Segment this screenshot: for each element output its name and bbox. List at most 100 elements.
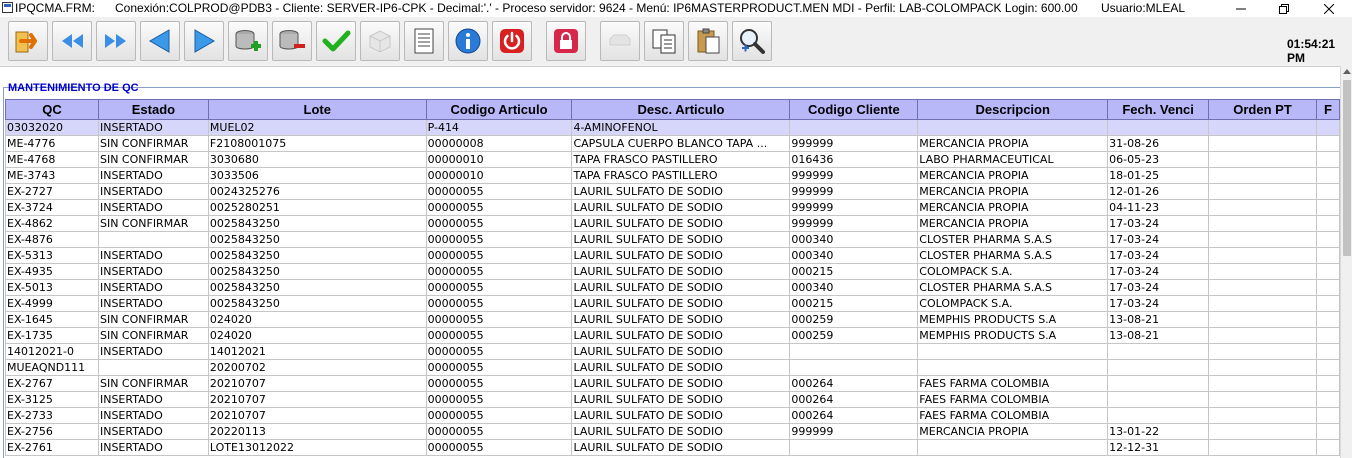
cell-f[interactable] (1315, 119, 1340, 136)
cell-f[interactable] (1315, 327, 1340, 344)
restore-button[interactable] (1262, 0, 1306, 17)
cell-codigo-cliente[interactable]: 000215 (789, 295, 919, 312)
column-header-lote[interactable]: Lote (207, 99, 427, 120)
disabled-button[interactable] (600, 21, 640, 61)
cell-estado[interactable]: INSERTADO (97, 247, 209, 264)
cell-lote[interactable]: LOTE13012022 (207, 439, 427, 456)
cell-estado[interactable]: INSERTADO (97, 167, 209, 184)
cell-fech-venci[interactable]: 04-11-23 (1107, 199, 1210, 216)
cell-lote[interactable]: 20210707 (207, 375, 427, 392)
cell-qc[interactable]: EX-3724 (5, 199, 99, 216)
cell-estado[interactable]: SIN CONFIRMAR (97, 135, 209, 152)
cell-f[interactable] (1315, 247, 1340, 264)
cell-estado[interactable]: INSERTADO (97, 439, 209, 456)
table-row[interactable]: ME-3743 INSERTADO 3033506 00000010 TAPA FRAS… (5, 167, 1340, 184)
table-row[interactable]: EX-2767 SIN CONFIRMAR 20210707 00000055 LAUR… (5, 375, 1340, 392)
cell-fech-venci[interactable]: 17-03-24 (1107, 215, 1210, 232)
cell-codigo-articulo[interactable]: 00000055 (425, 327, 573, 344)
close-window-button[interactable] (1307, 0, 1351, 17)
last-record-button[interactable] (96, 21, 136, 61)
cell-descripcion[interactable] (917, 359, 1109, 376)
cell-orden-pt[interactable] (1208, 279, 1317, 296)
cell-desc-articulo[interactable]: CAPSULA CUERPO BLANCO TAPA ... (571, 135, 791, 152)
column-header-codigo-cliente[interactable]: Codigo Cliente (789, 99, 919, 120)
cell-fech-venci[interactable]: 12-12-31 (1107, 439, 1210, 456)
confirm-button[interactable] (316, 21, 356, 61)
cell-codigo-articulo[interactable]: 00000055 (425, 375, 573, 392)
cell-fech-venci[interactable]: 17-03-24 (1107, 231, 1210, 248)
cell-lote[interactable]: 024020 (207, 327, 427, 344)
cell-codigo-articulo[interactable]: 00000055 (425, 263, 573, 280)
cell-estado[interactable] (97, 359, 209, 376)
cell-orden-pt[interactable] (1208, 407, 1317, 424)
cell-codigo-articulo[interactable]: 00000055 (425, 183, 573, 200)
next-record-button[interactable] (184, 21, 224, 61)
add-record-button[interactable] (228, 21, 268, 61)
cell-orden-pt[interactable] (1208, 135, 1317, 152)
cell-f[interactable] (1315, 359, 1340, 376)
cell-desc-articulo[interactable]: LAURIL SULFATO DE SODIO (571, 183, 791, 200)
cell-qc[interactable]: 14012021-0 (5, 343, 99, 360)
cell-desc-articulo[interactable]: LAURIL SULFATO DE SODIO (571, 247, 791, 264)
cell-qc[interactable]: MUEAQND111 (5, 359, 99, 376)
cell-codigo-articulo[interactable]: 00000055 (425, 343, 573, 360)
cell-f[interactable] (1315, 215, 1340, 232)
cell-descripcion[interactable]: FAES FARMA COLOMBIA (917, 391, 1109, 408)
cell-desc-articulo[interactable]: LAURIL SULFATO DE SODIO (571, 439, 791, 456)
cell-estado[interactable]: INSERTADO (97, 391, 209, 408)
cell-qc[interactable]: EX-4862 (5, 215, 99, 232)
cell-lote[interactable]: 20210707 (207, 407, 427, 424)
cell-codigo-articulo[interactable]: 00000055 (425, 359, 573, 376)
cell-codigo-articulo[interactable]: 00000008 (425, 135, 573, 152)
cell-lote[interactable]: 0025843250 (207, 279, 427, 296)
cell-fech-venci[interactable]: 17-03-24 (1107, 263, 1210, 280)
cell-descripcion[interactable]: MERCANCIA PROPIA (917, 167, 1109, 184)
cell-qc[interactable]: ME-4776 (5, 135, 99, 152)
cell-qc[interactable]: 03032020 (5, 119, 99, 136)
cell-fech-venci[interactable]: 12-01-26 (1107, 183, 1210, 200)
cell-descripcion[interactable]: FAES FARMA COLOMBIA (917, 407, 1109, 424)
cell-estado[interactable] (97, 231, 209, 248)
table-row[interactable]: EX-2727 INSERTADO 0024325276 00000055 LAURIL… (5, 183, 1340, 200)
cell-desc-articulo[interactable]: LAURIL SULFATO DE SODIO (571, 391, 791, 408)
cell-codigo-articulo[interactable]: 00000055 (425, 439, 573, 456)
delete-record-button[interactable] (272, 21, 312, 61)
cell-f[interactable] (1315, 343, 1340, 360)
cell-fech-venci[interactable]: 17-03-24 (1107, 247, 1210, 264)
cell-fech-venci[interactable] (1107, 359, 1210, 376)
cell-estado[interactable]: SIN CONFIRMAR (97, 327, 209, 344)
cell-qc[interactable]: EX-4876 (5, 231, 99, 248)
cell-codigo-cliente[interactable] (789, 343, 919, 360)
table-row[interactable]: ME-4768 SIN CONFIRMAR 3030680 00000010 TAPA … (5, 151, 1340, 168)
cancel-button[interactable] (360, 21, 400, 61)
cell-codigo-cliente[interactable]: 000215 (789, 263, 919, 280)
column-header-orden-pt[interactable]: Orden PT (1208, 99, 1317, 120)
cell-qc[interactable]: EX-2756 (5, 423, 99, 440)
cell-qc[interactable]: EX-2733 (5, 407, 99, 424)
cell-f[interactable] (1315, 199, 1340, 216)
cell-fech-venci[interactable] (1107, 119, 1210, 136)
table-row[interactable]: EX-1645 SIN CONFIRMAR 024020 00000055 LAURIL… (5, 311, 1340, 328)
column-header-desc-articulo[interactable]: Desc. Articulo (571, 99, 791, 120)
cell-fech-venci[interactable]: 17-03-24 (1107, 295, 1210, 312)
cell-qc[interactable]: ME-4768 (5, 151, 99, 168)
cell-desc-articulo[interactable]: LAURIL SULFATO DE SODIO (571, 279, 791, 296)
cell-f[interactable] (1315, 295, 1340, 312)
cell-desc-articulo[interactable]: LAURIL SULFATO DE SODIO (571, 231, 791, 248)
cell-f[interactable] (1315, 439, 1340, 456)
cell-lote[interactable]: 3033506 (207, 167, 427, 184)
minimize-button[interactable] (1219, 0, 1263, 17)
cell-descripcion[interactable]: CLOSTER PHARMA S.A.S (917, 279, 1109, 296)
cell-qc[interactable]: EX-2767 (5, 375, 99, 392)
cell-desc-articulo[interactable]: LAURIL SULFATO DE SODIO (571, 375, 791, 392)
cell-desc-articulo[interactable]: TAPA FRASCO PASTILLERO (571, 151, 791, 168)
cell-descripcion[interactable]: LABO PHARMACEUTICAL (917, 151, 1109, 168)
cell-codigo-articulo[interactable]: 00000010 (425, 151, 573, 168)
cell-orden-pt[interactable] (1208, 199, 1317, 216)
cell-lote[interactable]: 20210707 (207, 391, 427, 408)
cell-estado[interactable]: INSERTADO (97, 183, 209, 200)
cell-f[interactable] (1315, 311, 1340, 328)
cell-lote[interactable]: F2108001075 (207, 135, 427, 152)
cell-codigo-cliente[interactable]: 000264 (789, 407, 919, 424)
cell-estado[interactable]: SIN CONFIRMAR (97, 375, 209, 392)
